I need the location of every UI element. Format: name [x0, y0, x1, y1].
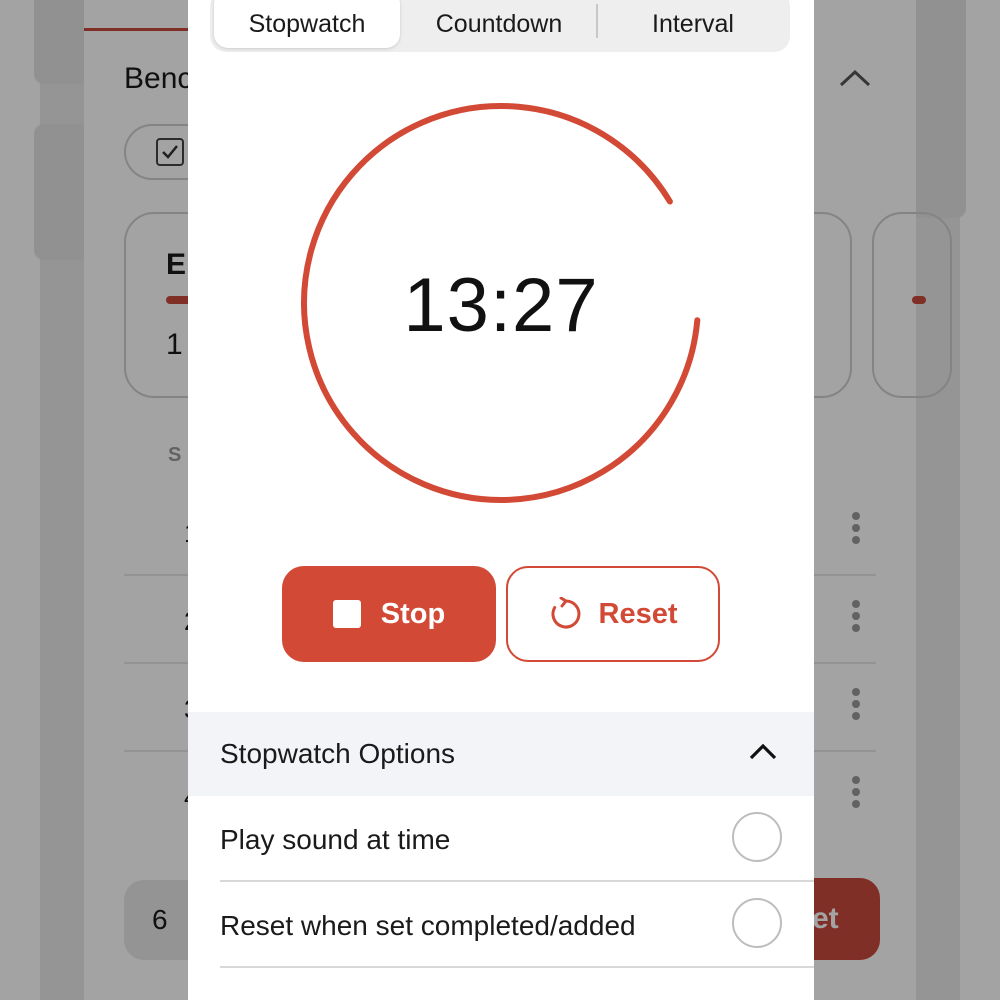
option-play-sound[interactable]: Play sound at time — [220, 796, 814, 882]
tab-interval[interactable]: Interval — [600, 0, 786, 48]
option-reset-on-set[interactable]: Reset when set completed/added — [220, 882, 814, 968]
stop-button-label: Stop — [380, 597, 446, 630]
tab-stopwatch[interactable]: Stopwatch — [214, 0, 400, 48]
option-label: Play sound at time — [220, 824, 451, 855]
stopwatch-options-header[interactable]: Stopwatch Options — [188, 712, 814, 796]
tab-divider — [596, 4, 598, 38]
stop-square-icon — [332, 600, 361, 628]
timer-display: 13:27 — [403, 263, 599, 348]
option-toggle-radio[interactable] — [732, 898, 782, 948]
option-toggle-radio[interactable] — [732, 812, 782, 862]
chevron-up-icon[interactable] — [748, 742, 778, 762]
reset-arrow-icon — [550, 597, 580, 629]
option-label: Reset when set completed/added — [220, 910, 636, 941]
reset-button-label: Reset — [598, 597, 678, 630]
reset-button[interactable]: Reset — [506, 566, 720, 662]
options-title: Stopwatch Options — [220, 738, 456, 769]
stop-button[interactable]: Stop — [282, 566, 496, 662]
timer-modal: Stopwatch Countdown Interval 13:27 Stop … — [188, 0, 814, 1000]
tab-countdown[interactable]: Countdown — [404, 0, 594, 48]
timer-mode-tabs: Stopwatch Countdown Interval — [210, 0, 790, 52]
